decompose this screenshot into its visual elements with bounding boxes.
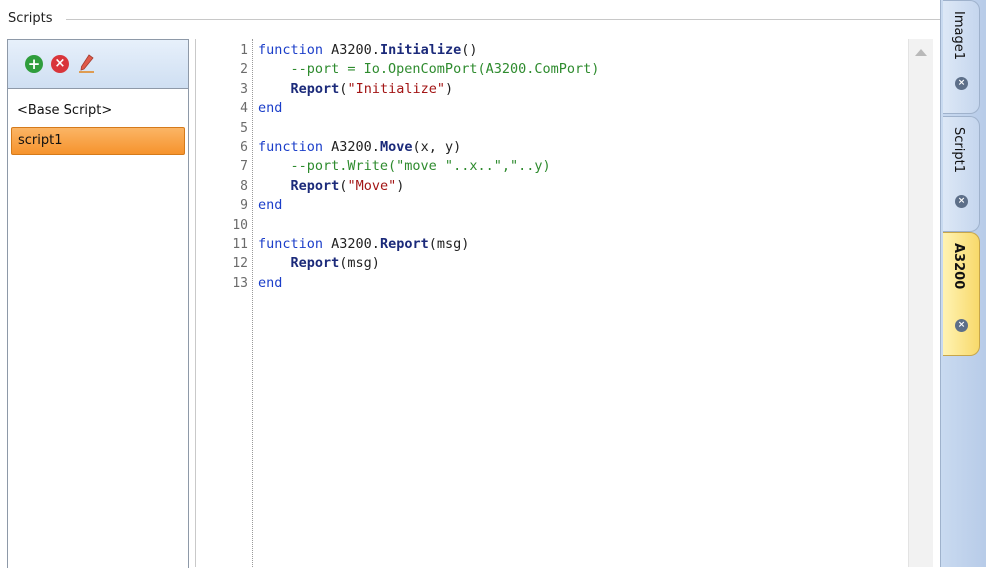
code-token: end [258,100,283,117]
x-circle-icon: × [54,56,66,71]
plus-circle-icon: + [27,55,41,73]
code-line[interactable]: Report("Move") [258,177,405,196]
group-divider [66,19,940,20]
line-number: 6 [240,140,248,155]
code-line[interactable]: Report("Initialize") [258,80,454,99]
code-token: Move [379,139,413,155]
delete-script-button[interactable]: × [51,55,69,73]
code-token: ) [444,80,454,97]
script-list-item[interactable]: <Base Script> [11,97,185,125]
code-line[interactable]: --port.Write("move "..x..","..y) [258,157,551,176]
rename-script-button[interactable] [76,53,98,75]
document-tab[interactable]: Script1 × [943,116,980,232]
code-token: Report [290,80,340,97]
script-list-panel: + × <Base Script> script1 [7,39,189,568]
code-line[interactable]: --port = Io.OpenComPort(A3200.ComPort) [258,60,600,79]
code-token: function [258,139,324,155]
code-token: A3200. [323,139,380,155]
code-token: (msg) [428,236,470,252]
line-number: 11 [232,237,248,252]
code-line[interactable]: Report(msg) [258,254,380,273]
script-toolbar: + × [8,40,188,89]
script-list-item[interactable]: script1 [11,127,185,155]
document-tab-label: Script1 [951,127,966,173]
code-line[interactable]: end [258,274,282,293]
code-editor[interactable]: 1 2 3 4 5 6 7 8 9 10 11 12 13 function A3200.Initial… [195,39,933,567]
close-circle-icon[interactable]: × [955,195,968,208]
document-tab-label: A3200 [951,243,966,290]
line-number: 8 [240,178,248,194]
line-number-gutter: 1 2 3 4 5 6 7 8 9 10 11 12 13 [196,39,253,567]
line-number: 12 [232,256,248,272]
code-token: () [461,42,478,58]
code-token: --port = Io.OpenComPort(A3200.ComPort) [258,61,600,78]
code-token: end [258,197,283,214]
line-number: 4 [240,101,248,117]
code-token: A3200. [323,236,380,252]
code-token: function [258,236,324,252]
code-token: function [258,42,324,58]
line-number: 1 [240,43,248,58]
document-tab-label: Image1 [951,11,966,60]
code-line[interactable]: end [258,99,282,118]
code-token: Report [379,236,429,252]
add-script-button[interactable]: + [25,55,43,73]
script-list: <Base Script> script1 [8,89,188,155]
line-number: 10 [232,217,248,233]
code-token: A3200. [323,42,380,58]
line-number: 9 [240,198,248,214]
document-tab[interactable]: Image1 × [943,0,980,114]
line-number: 13 [232,275,248,291]
code-line[interactable]: function A3200.Report(msg) [258,235,469,254]
line-number: 2 [240,62,248,78]
code-token: Report [290,255,340,272]
line-number: 3 [240,81,248,97]
code-token: end [258,274,283,291]
document-tab[interactable]: A3200 × [943,232,980,356]
line-number: 7 [240,159,248,175]
code-line[interactable]: function A3200.Initialize() [258,41,477,60]
close-circle-icon[interactable]: × [955,77,968,90]
scripts-group-header: Scripts [0,0,940,40]
code-token: "Initialize" [347,80,445,97]
scroll-up-arrow-icon[interactable] [915,49,927,56]
code-token: Report [290,177,340,194]
line-number: 5 [240,120,248,136]
document-tab-strip: Image1 × Script1 × A3200 × [940,0,986,567]
group-title: Scripts [8,11,57,26]
code-line[interactable]: function A3200.Move(x, y) [258,138,461,157]
pencil-icon [79,54,94,73]
code-token: "Move" [347,177,397,194]
vertical-scrollbar[interactable] [908,39,933,567]
code-token: ) [396,177,405,194]
code-token: (x, y) [412,139,462,155]
code-token: --port.Write("move "..x..","..y) [258,158,551,175]
code-line[interactable]: end [258,196,282,215]
code-token: Initialize [379,42,462,58]
close-circle-icon[interactable]: × [955,319,968,332]
code-token: (msg) [339,255,380,272]
